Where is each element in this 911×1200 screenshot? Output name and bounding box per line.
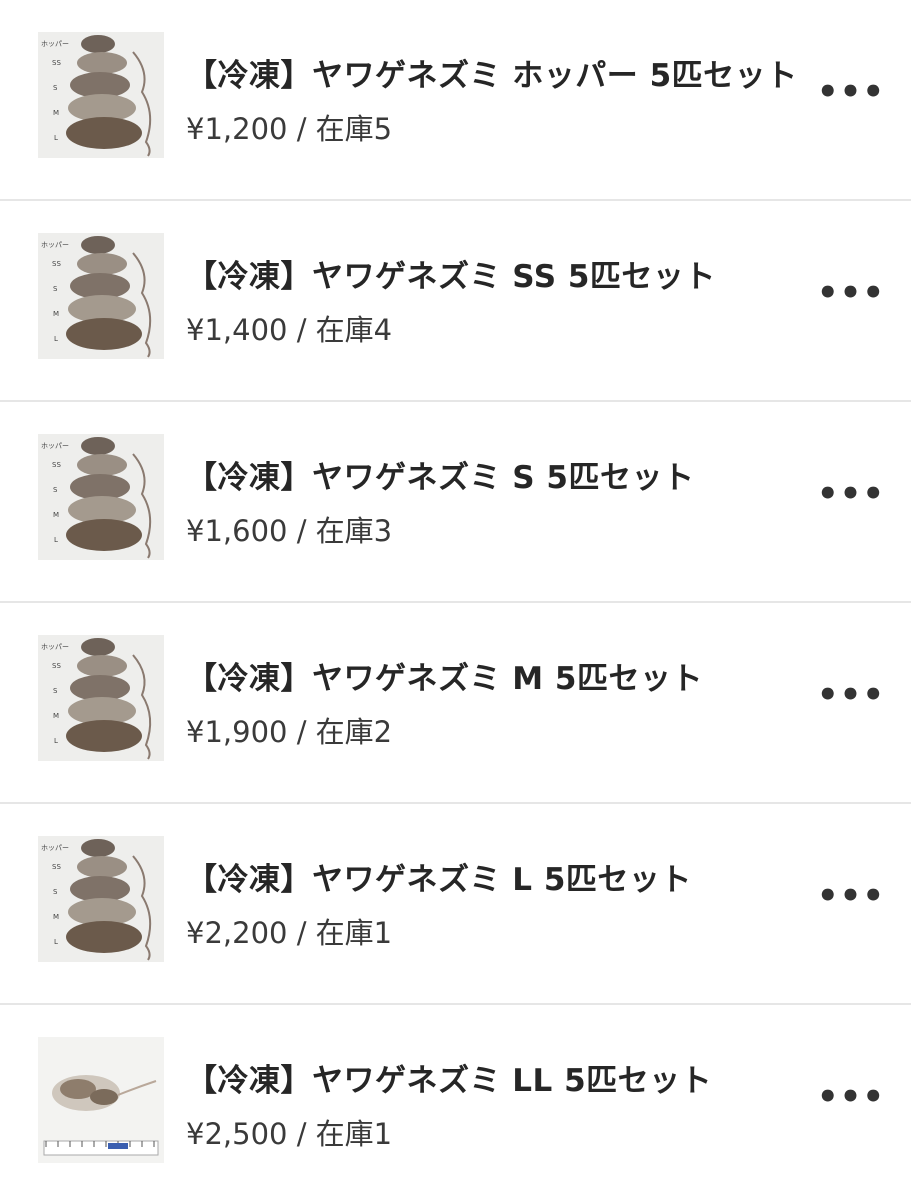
mice-size-chart-image: ホッパー SS S M L — [38, 233, 164, 359]
product-title[interactable]: 【冷凍】ヤワゲネズミ LL 5匹セット — [186, 1055, 712, 1100]
product-row[interactable]: ホッパー SS S M L 【冷凍】ヤワゲネズミ SS 5匹セット ¥1,400… — [0, 201, 911, 402]
ellipsis-icon[interactable]: ••• — [817, 874, 884, 918]
product-thumbnail[interactable]: ホッパー SS S M L — [38, 233, 164, 359]
size-label-l: L — [54, 536, 58, 544]
size-label-l: L — [54, 335, 58, 343]
ellipsis-icon[interactable]: ••• — [817, 70, 884, 114]
size-label-m: M — [53, 310, 59, 318]
size-label-l: L — [54, 134, 58, 142]
mice-size-chart-image: ホッパー SS S M L — [38, 32, 164, 158]
product-thumbnail[interactable]: ホッパー SS S M L — [38, 635, 164, 761]
size-label-s: S — [53, 84, 58, 92]
size-label-hopper: ホッパー — [41, 442, 69, 450]
size-label-hopper: ホッパー — [41, 241, 69, 249]
ellipsis-icon[interactable]: ••• — [817, 472, 884, 516]
product-title[interactable]: 【冷凍】ヤワゲネズミ S 5匹セット — [186, 452, 694, 497]
product-title[interactable]: 【冷凍】ヤワゲネズミ ホッパー 5匹セット — [186, 50, 798, 95]
size-label-m: M — [53, 511, 59, 519]
product-thumbnail[interactable]: ホッパー SS S M L — [38, 836, 164, 962]
size-label-s: S — [53, 486, 58, 494]
mice-size-chart-image: ホッパー SS S M L — [38, 635, 164, 761]
size-label-s: S — [53, 285, 58, 293]
size-label-s: S — [53, 888, 58, 896]
size-label-l: L — [54, 938, 58, 946]
ellipsis-icon[interactable]: ••• — [817, 673, 884, 717]
size-label-m: M — [53, 913, 59, 921]
size-label-m: M — [53, 712, 59, 720]
size-label-s: S — [53, 687, 58, 695]
product-price-stock: ¥1,900 / 在庫2 — [186, 715, 393, 749]
single-mouse-on-ruler-image — [38, 1037, 164, 1163]
product-title[interactable]: 【冷凍】ヤワゲネズミ L 5匹セット — [186, 854, 692, 899]
ellipsis-icon[interactable]: ••• — [817, 271, 884, 315]
product-row[interactable]: ホッパー SS S M L 【冷凍】ヤワゲネズミ M 5匹セット ¥1,900 … — [0, 603, 911, 804]
size-label-hopper: ホッパー — [41, 40, 69, 48]
product-thumbnail[interactable]: ホッパー SS S M L — [38, 32, 164, 158]
size-label-ss: SS — [52, 461, 61, 469]
product-price-stock: ¥2,500 / 在庫1 — [186, 1117, 393, 1151]
product-row[interactable]: 【冷凍】ヤワゲネズミ LL 5匹セット ¥2,500 / 在庫1 ••• — [0, 1005, 911, 1195]
product-price-stock: ¥1,600 / 在庫3 — [186, 514, 393, 548]
product-thumbnail[interactable] — [38, 1037, 164, 1163]
product-title[interactable]: 【冷凍】ヤワゲネズミ M 5匹セット — [186, 653, 703, 698]
size-label-hopper: ホッパー — [41, 844, 69, 852]
product-price-stock: ¥1,200 / 在庫5 — [186, 112, 393, 146]
size-label-ss: SS — [52, 260, 61, 268]
size-label-ss: SS — [52, 662, 61, 670]
product-row[interactable]: ホッパー SS S M L 【冷凍】ヤワゲネズミ L 5匹セット ¥2,200 … — [0, 804, 911, 1005]
size-label-m: M — [53, 109, 59, 117]
size-label-ss: SS — [52, 863, 61, 871]
mice-size-chart-image: ホッパー SS S M L — [38, 434, 164, 560]
product-thumbnail[interactable]: ホッパー SS S M L — [38, 434, 164, 560]
mice-size-chart-image: ホッパー SS S M L — [38, 836, 164, 962]
size-label-ss: SS — [52, 59, 61, 67]
size-label-l: L — [54, 737, 58, 745]
size-label-hopper: ホッパー — [41, 643, 69, 651]
product-list: ホッパー SS S M L 【冷凍】ヤワゲネズミ ホッパー 5匹セット ¥1,2… — [0, 0, 911, 1195]
product-price-stock: ¥2,200 / 在庫1 — [186, 916, 393, 950]
product-price-stock: ¥1,400 / 在庫4 — [186, 313, 393, 347]
product-row[interactable]: ホッパー SS S M L 【冷凍】ヤワゲネズミ S 5匹セット ¥1,600 … — [0, 402, 911, 603]
ellipsis-icon[interactable]: ••• — [817, 1075, 884, 1119]
product-row[interactable]: ホッパー SS S M L 【冷凍】ヤワゲネズミ ホッパー 5匹セット ¥1,2… — [0, 0, 911, 201]
product-title[interactable]: 【冷凍】ヤワゲネズミ SS 5匹セット — [186, 251, 716, 296]
